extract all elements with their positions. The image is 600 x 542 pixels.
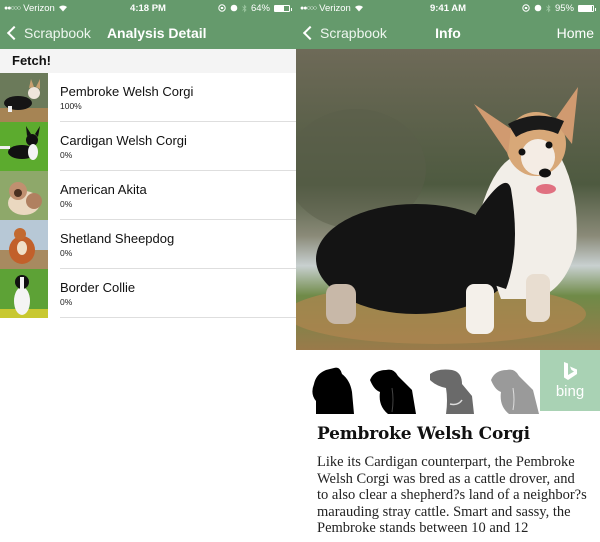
match-score: 100% [60,100,82,111]
rotation-lock-icon [218,4,226,12]
alarm-icon [534,4,542,12]
sheltie-thumbnail [0,220,48,269]
carrier-name: Verizon [319,2,351,14]
analysis-detail-screen: ●●○○○ Verizon 4:18 PM 64% Scrapbook Anal… [0,0,296,542]
top-bar: ●●○○○ Verizon 9:41 AM 95% Scrapbook Info… [296,0,600,49]
status-time: 4:18 PM [130,2,166,14]
bing-label: bing [555,383,585,400]
match-score: 0% [60,149,73,160]
chevron-left-icon [302,25,318,40]
status-bar: ●●○○○ Verizon 9:41 AM 95% [296,0,600,16]
carrier: ●●○○○ Verizon [4,3,68,14]
section-header: Fetch! [0,49,296,73]
alarm-icon [230,4,238,12]
back-label: Scrapbook [320,24,387,41]
cardigan-thumbnail [0,122,48,171]
list-item[interactable]: Border Collie 0% [0,269,296,318]
page-title: Analysis Detail [106,24,207,41]
akita-thumbnail [0,171,48,220]
back-button[interactable]: Scrapbook [0,25,91,41]
nav-bar: Scrapbook Analysis Detail [0,16,296,49]
back-label: Scrapbook [24,24,91,41]
carrier: ●●○○○ Verizon [300,3,364,14]
basset-silhouette-icon[interactable] [489,366,539,414]
bluetooth-icon [242,4,247,12]
battery-icon [274,4,292,12]
nav-bar: Scrapbook Info Home [296,16,600,49]
breed-description: Like its Cardigan counterpart, the Pembr… [317,454,587,536]
list-item[interactable]: Pembroke Welsh Corgi 100% [0,73,296,122]
chevron-left-icon [6,25,22,40]
spaniel-silhouette-icon[interactable] [368,366,418,414]
signal-icon: ●●○○○ [4,4,21,12]
signal-icon: ●●○○○ [300,4,317,12]
border-collie-thumbnail [0,269,48,318]
pomeranian-silhouette-icon[interactable] [308,366,358,414]
breed-name: Border Collie [60,279,136,295]
bing-search-button[interactable]: bing [540,350,600,411]
battery-percent: 64% [250,2,270,14]
page-title: Info [435,24,461,41]
breed-name: Cardigan Welsh Corgi [60,132,187,148]
carrier-name: Verizon [23,2,55,14]
list-item[interactable]: Shetland Sheepdog 0% [0,220,296,269]
corgi-thumbnail [0,73,48,122]
hound-silhouette-icon[interactable] [428,366,478,414]
breed-info-screen: ●●○○○ Verizon 9:41 AM 95% Scrapbook Info… [296,0,600,542]
results-list: Pembroke Welsh Corgi 100% Cardigan Welsh… [0,73,296,318]
home-button[interactable]: Home [557,25,594,41]
wifi-icon [58,5,67,12]
back-button[interactable]: Scrapbook [296,25,387,41]
breed-name: Pembroke Welsh Corgi [60,83,194,99]
status-time: 9:41 AM [429,2,467,14]
breed-photo [296,49,600,350]
list-item[interactable]: American Akita 0% [0,171,296,220]
status-bar: ●●○○○ Verizon 4:18 PM 64% [0,0,296,16]
bing-logo-icon [564,362,577,380]
rotation-lock-icon [522,4,530,12]
bluetooth-icon [546,4,551,12]
match-score: 0% [60,198,73,209]
list-item[interactable]: Cardigan Welsh Corgi 0% [0,122,296,171]
battery-percent: 95% [554,2,574,14]
wifi-icon [354,5,363,12]
battery-icon [578,4,596,12]
breed-name: American Akita [60,181,147,197]
top-bar: ●●○○○ Verizon 4:18 PM 64% Scrapbook Anal… [0,0,296,49]
match-score: 0% [60,247,73,258]
breed-name: Shetland Sheepdog [60,230,175,246]
breed-title: Pembroke Welsh Corgi [317,424,530,444]
match-score: 0% [60,296,73,307]
